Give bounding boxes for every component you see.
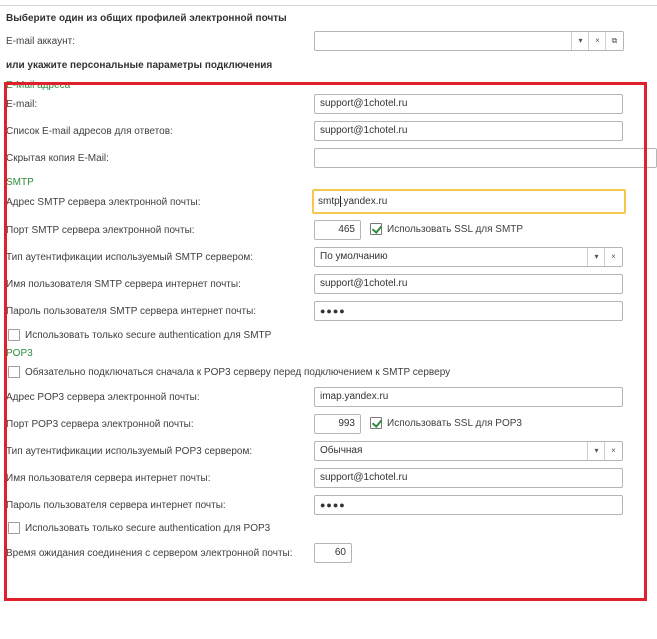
pop3-auth-label: Тип аутентификации используемый POP3 сер… xyxy=(6,446,253,457)
reply-emails-label: Список E-mail адресов для ответов: xyxy=(6,126,173,137)
pop3-auth-combo[interactable]: Обычная ▾ × xyxy=(314,441,623,461)
email-section-title: E-Mail адреса xyxy=(6,80,71,91)
smtp-user-label: Имя пользователя SMTP сервера интернет п… xyxy=(6,279,241,290)
personal-params-heading: или укажите персональные параметры подкл… xyxy=(6,60,273,71)
smtp-ssl-label: Использовать SSL для SMTP xyxy=(387,224,524,235)
dropdown-arrow-icon[interactable]: ▾ xyxy=(587,248,605,266)
dropdown-arrow-icon[interactable]: ▾ xyxy=(587,442,605,460)
smtp-server-value-end: .yandex.ru xyxy=(340,196,388,207)
pop3-server-field[interactable]: imap.yandex.ru xyxy=(314,387,623,407)
pop3-password-label: Пароль пользователя сервера интернет поч… xyxy=(6,500,226,511)
email-field[interactable]: support@1chotel.ru xyxy=(314,94,623,114)
checkmark-icon xyxy=(371,223,383,234)
email-label: E-mail: xyxy=(6,99,38,110)
clear-icon[interactable]: × xyxy=(604,442,622,460)
smtp-ssl-checkbox[interactable] xyxy=(370,223,383,235)
pop3-user-label: Имя пользователя сервера интернет почты: xyxy=(6,473,211,484)
pop3-port-label: Порт POP3 сервера электронной почты: xyxy=(6,419,194,430)
pop3-secure-auth-checkbox[interactable] xyxy=(8,522,20,534)
bcc-label: Скрытая копия E-Mail: xyxy=(6,153,109,164)
pop3-password-field[interactable]: ●●●● xyxy=(314,495,623,515)
smtp-server-value-start: smtp xyxy=(318,196,340,207)
smtp-secure-auth-label: Использовать только secure authenticatio… xyxy=(25,330,272,341)
smtp-auth-label: Тип аутентификации используемый SMTP сер… xyxy=(6,252,254,263)
smtp-port-field[interactable]: 465 xyxy=(314,220,361,240)
checkmark-icon xyxy=(371,417,383,428)
pop3-section-title: POP3 xyxy=(6,348,33,359)
smtp-server-label: Адрес SMTP сервера электронной почты: xyxy=(6,197,201,208)
pop3-server-label: Адрес POP3 сервера электронной почты: xyxy=(6,392,200,403)
email-account-combo[interactable]: ▾ × ⧉ xyxy=(314,31,624,51)
pop3-port-field[interactable]: 993 xyxy=(314,414,361,434)
smtp-secure-auth-checkbox[interactable] xyxy=(8,329,20,341)
smtp-section-title: SMTP xyxy=(6,177,34,188)
pop3-ssl-label: Использовать SSL для POP3 xyxy=(387,418,522,429)
pop3-user-field[interactable]: support@1chotel.ru xyxy=(314,468,623,488)
dropdown-arrow-icon[interactable]: ▾ xyxy=(571,32,589,50)
pop3-secure-auth-label: Использовать только secure authenticatio… xyxy=(25,523,271,534)
timeout-field[interactable]: 60 xyxy=(314,543,352,563)
reply-emails-field[interactable]: support@1chotel.ru xyxy=(314,121,623,141)
timeout-label: Время ожидания соединения с сервером эле… xyxy=(6,548,293,559)
pop3-auth-value: Обычная xyxy=(320,445,363,456)
bcc-field[interactable] xyxy=(314,148,657,168)
pop3-connect-first-checkbox[interactable] xyxy=(8,366,20,378)
smtp-auth-value: По умолчанию xyxy=(320,251,388,262)
top-divider xyxy=(0,5,657,6)
smtp-server-field[interactable]: smtp.yandex.ru xyxy=(312,189,626,214)
smtp-auth-combo[interactable]: По умолчанию ▾ × xyxy=(314,247,623,267)
choose-profile-heading: Выберите один из общих профилей электрон… xyxy=(6,13,287,24)
clear-icon[interactable]: × xyxy=(588,32,606,50)
pop3-ssl-checkbox[interactable] xyxy=(370,417,383,429)
email-account-label: E-mail аккаунт: xyxy=(6,36,75,47)
smtp-user-field[interactable]: support@1chotel.ru xyxy=(314,274,623,294)
smtp-password-field[interactable]: ●●●● xyxy=(314,301,623,321)
smtp-port-label: Порт SMTP сервера электронной почты: xyxy=(6,225,195,236)
open-icon[interactable]: ⧉ xyxy=(605,32,623,50)
pop3-connect-first-label: Обязательно подключаться сначала к POP3 … xyxy=(25,367,451,378)
clear-icon[interactable]: × xyxy=(604,248,622,266)
smtp-password-label: Пароль пользователя SMTP сервера интерне… xyxy=(6,306,257,317)
